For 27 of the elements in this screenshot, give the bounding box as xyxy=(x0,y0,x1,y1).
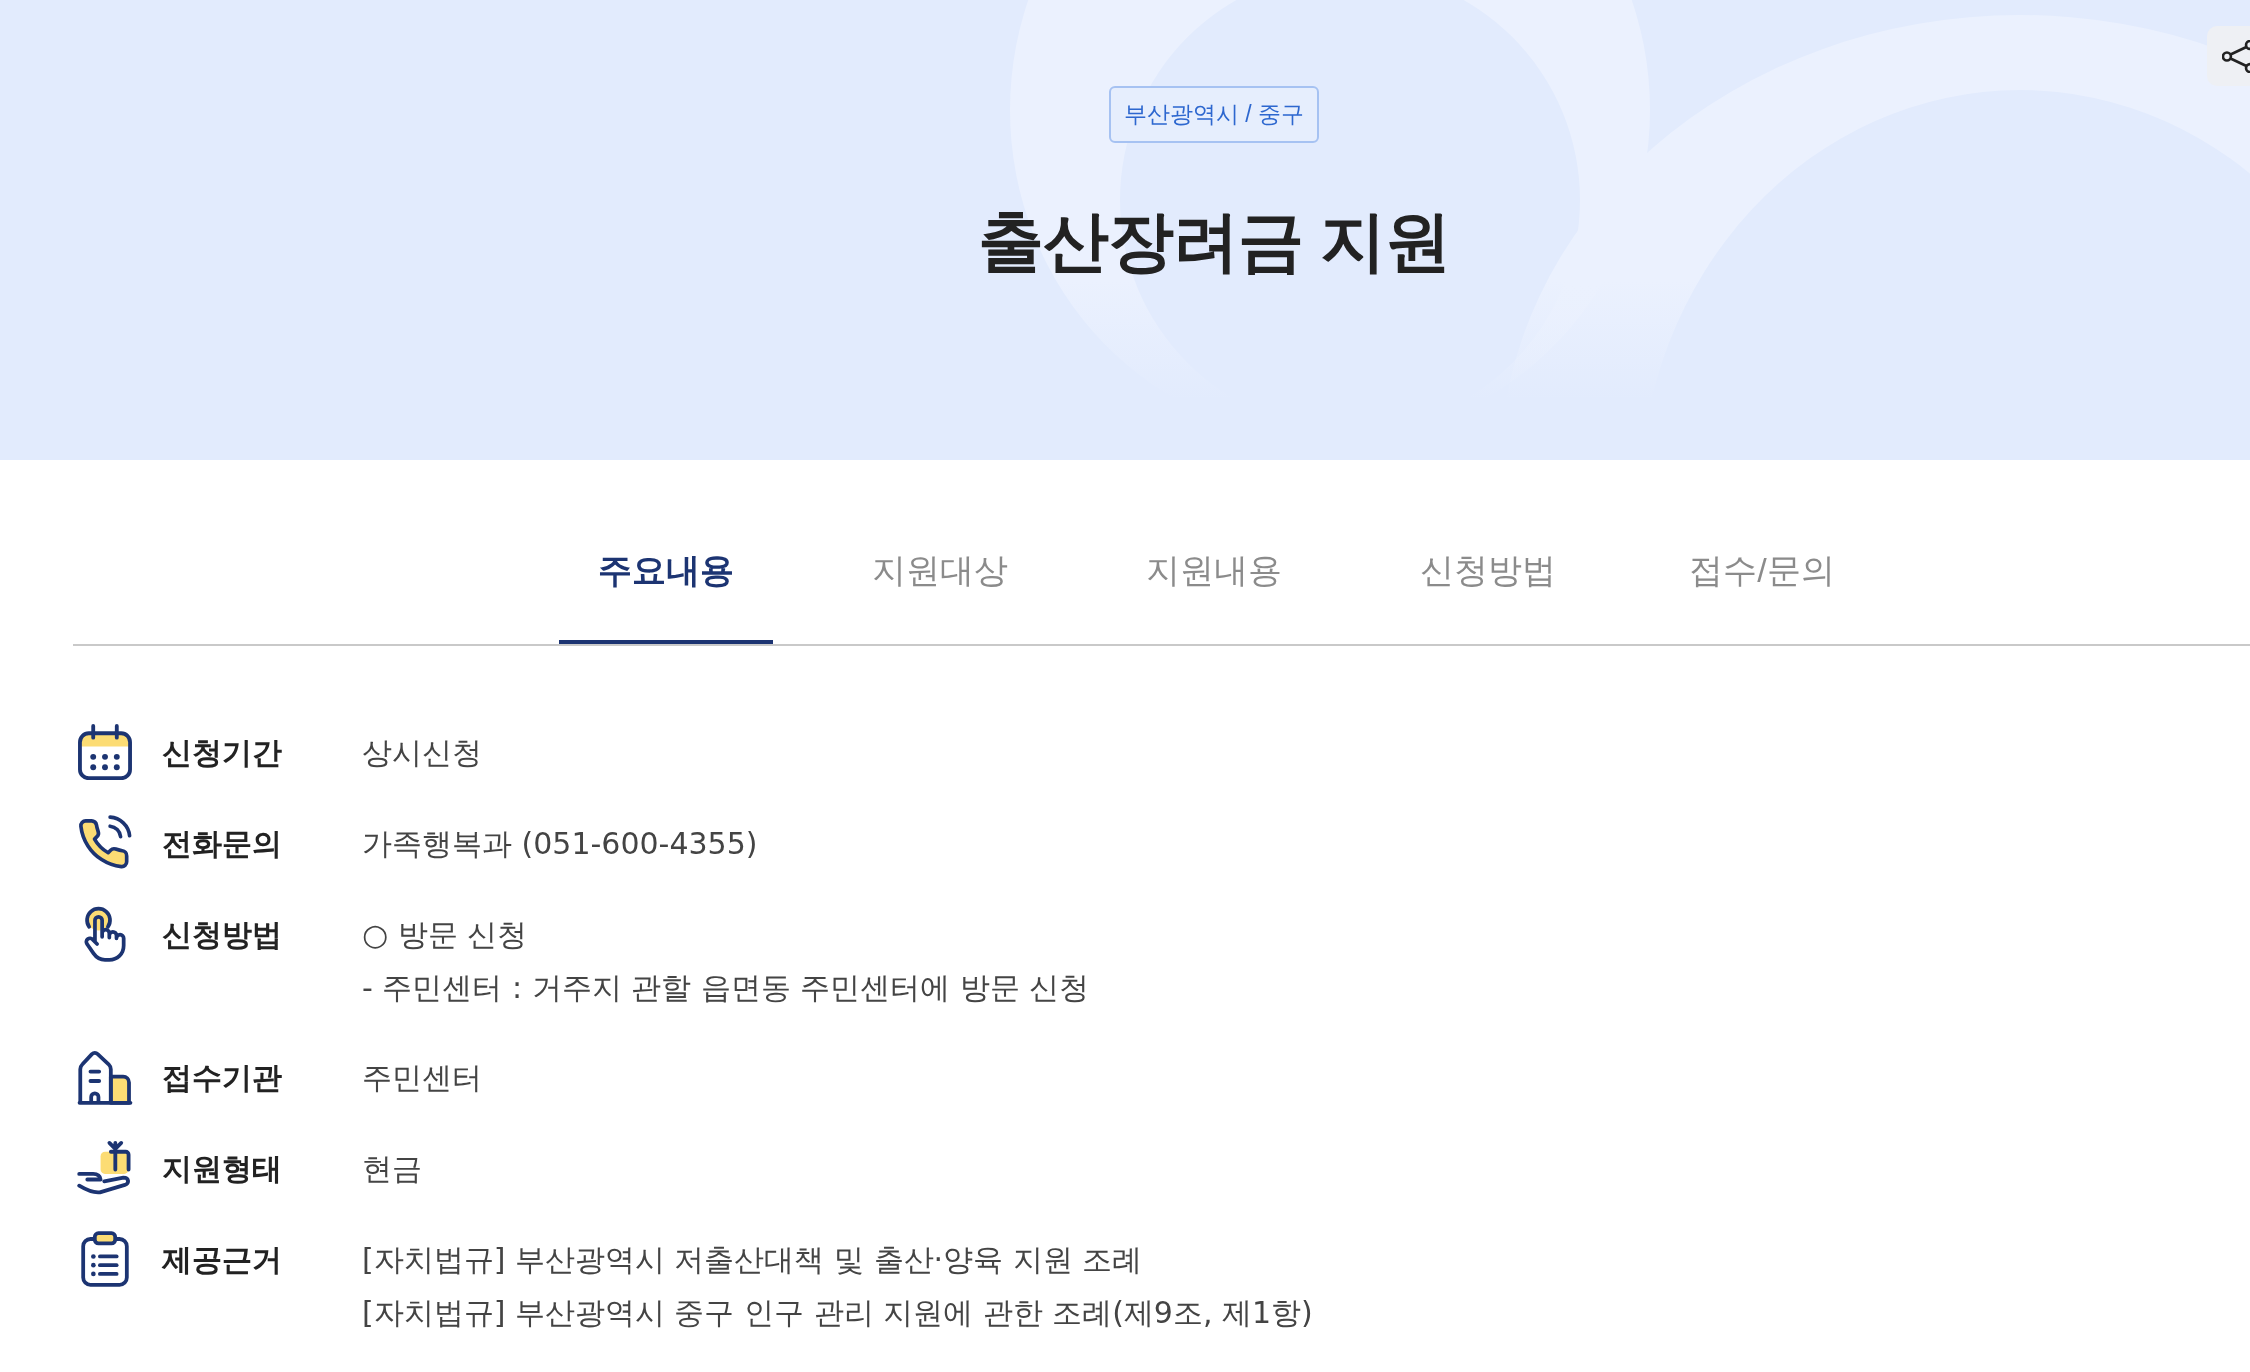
tab[interactable]: 지원대상 xyxy=(833,510,1047,644)
detail-label: 전화문의 xyxy=(162,826,283,862)
detail-text: 가족행복과 (051-600-4355) xyxy=(362,825,758,863)
tab[interactable]: 신청방법 xyxy=(1381,510,1595,644)
detail-text: [자치법규] 부산광역시 저출산대책 및 출산·양육 지원 조례 xyxy=(362,1241,1144,1279)
detail-label: 신청기간 xyxy=(162,735,283,771)
region-badge: 부산광역시 / 중구 xyxy=(1108,86,1320,143)
detail-text: 현금 xyxy=(362,1150,422,1188)
share-button[interactable] xyxy=(2207,26,2250,86)
building-icon xyxy=(77,1049,133,1105)
detail-text: [자치법규] 부산광역시 중구 인구 관리 지원에 관한 조례(제9조, 제1항) xyxy=(362,1294,1313,1332)
detail-label: 신청방법 xyxy=(162,917,283,953)
hand-gift-icon xyxy=(77,1140,133,1196)
tab[interactable]: 지원내용 xyxy=(1107,510,1321,644)
detail-text: 주민센터 xyxy=(362,1059,482,1097)
detail-text: ○ 방문 신청 xyxy=(362,916,529,954)
detail-text: - 주민센터 : 거주지 관할 읍면동 주민센터에 방문 신청 xyxy=(362,969,1090,1007)
tab[interactable]: 접수/문의 xyxy=(1655,510,1869,644)
calendar-icon xyxy=(77,724,133,780)
share-icon xyxy=(2222,39,2250,73)
detail-label: 접수기관 xyxy=(162,1060,283,1096)
tab[interactable]: 주요내용 xyxy=(559,510,773,644)
phone-icon xyxy=(77,815,133,871)
detail-label: 지원형태 xyxy=(162,1151,283,1187)
detail-text: 상시신청 xyxy=(362,734,482,772)
detail-label: 제공근거 xyxy=(162,1242,283,1278)
page-title: 출산장려금 지원 xyxy=(977,203,1451,280)
